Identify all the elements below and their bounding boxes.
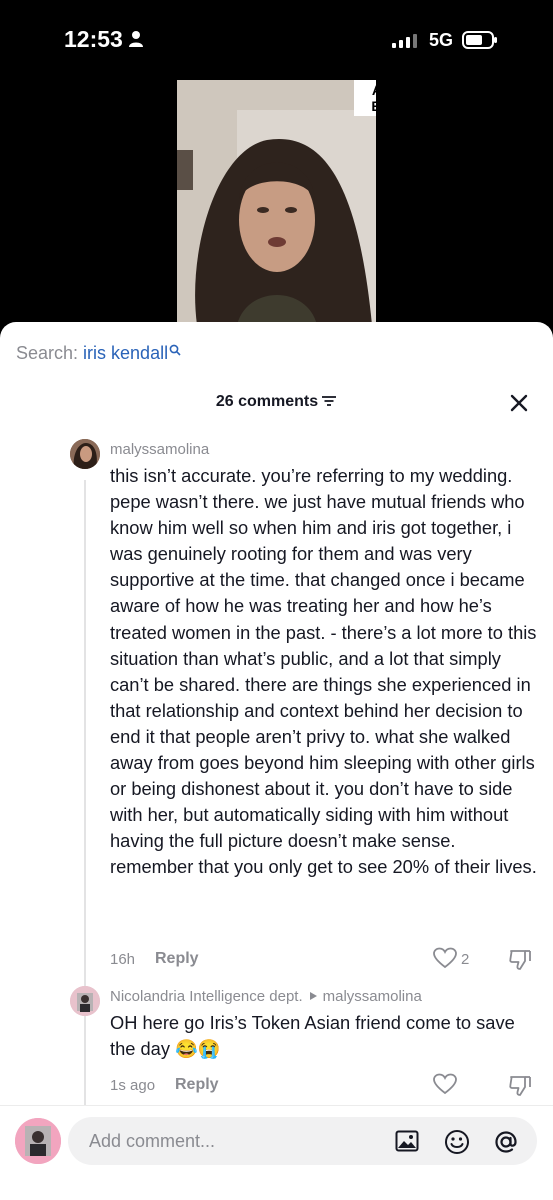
- video-thumbnail[interactable]: ACTING LIKE IRIS WAS A BATTERED WIFE? Wt…: [177, 80, 376, 325]
- comments-sheet: Search: iris kendall 26 comments malyssa…: [0, 322, 553, 1200]
- comment-timestamp: 16h: [110, 951, 136, 968]
- reply-button[interactable]: Reply: [155, 950, 199, 968]
- image-icon[interactable]: [395, 1130, 419, 1152]
- comment-timestamp: 1s ago: [110, 1077, 156, 1094]
- heart-icon[interactable]: [433, 947, 457, 969]
- caret-right-icon: [309, 991, 317, 1000]
- signal-icon: [392, 34, 417, 48]
- avatar-image: [70, 439, 100, 469]
- video-caption: ACTING LIKE IRIS WAS A BATTERED WIFE? Wt…: [354, 80, 376, 116]
- video-frame-image: [177, 80, 376, 325]
- comment-username[interactable]: malyssamolina: [110, 441, 209, 458]
- close-icon[interactable]: [508, 392, 530, 414]
- dislike-icon[interactable]: [508, 947, 532, 971]
- comment-text: OH here go Iris’s Token Asian friend com…: [110, 1012, 515, 1060]
- avatar[interactable]: [70, 439, 100, 469]
- comment-input-bar: Add comment...: [0, 1105, 553, 1200]
- thread-line: [84, 480, 86, 1120]
- search-query[interactable]: iris kendall: [83, 343, 168, 363]
- comments-header: 26 comments: [0, 393, 553, 411]
- comments-count: 26 comments: [215, 393, 319, 410]
- comment-text: this isn’t accurate. you’re referring to…: [110, 465, 537, 878]
- mention-icon[interactable]: [493, 1129, 519, 1155]
- like-count: 2: [461, 951, 470, 968]
- my-avatar-image: [15, 1118, 61, 1164]
- emoji-icon[interactable]: [444, 1129, 470, 1155]
- status-time: 12:53: [64, 26, 123, 52]
- search-label: Search:: [16, 343, 84, 363]
- search-suggestion[interactable]: Search: iris kendall: [16, 343, 181, 364]
- comment-username: Nicolandria Intelligence dept. malyssamol…: [110, 988, 422, 1005]
- video-player[interactable]: ACTING LIKE IRIS WAS A BATTERED WIFE? Wt…: [0, 80, 553, 325]
- comment-input-placeholder: Add comment...: [89, 1131, 216, 1151]
- my-avatar[interactable]: [15, 1118, 61, 1164]
- avatar-image: [70, 986, 100, 1016]
- video-caption-line1: ACTING LIKE IRIS WAS A: [354, 82, 376, 98]
- battery-icon: [462, 31, 497, 49]
- network-label: 5G: [429, 30, 454, 50]
- reply-to-username[interactable]: malyssamolina: [323, 988, 422, 1005]
- heart-icon[interactable]: [433, 1073, 457, 1095]
- person-icon: [129, 31, 143, 47]
- dislike-icon[interactable]: [508, 1073, 532, 1097]
- filter-icon[interactable]: [321, 395, 337, 407]
- status-bar: 12:53 5G: [0, 0, 553, 80]
- comment-author[interactable]: Nicolandria Intelligence dept.: [110, 988, 303, 1005]
- search-icon: [169, 344, 181, 356]
- comment-input[interactable]: Add comment...: [68, 1117, 537, 1165]
- avatar[interactable]: [70, 986, 100, 1016]
- reply-button[interactable]: Reply: [175, 1076, 219, 1094]
- video-caption-line2: BATTERED WIFE? Wtf 🫠: [354, 98, 376, 114]
